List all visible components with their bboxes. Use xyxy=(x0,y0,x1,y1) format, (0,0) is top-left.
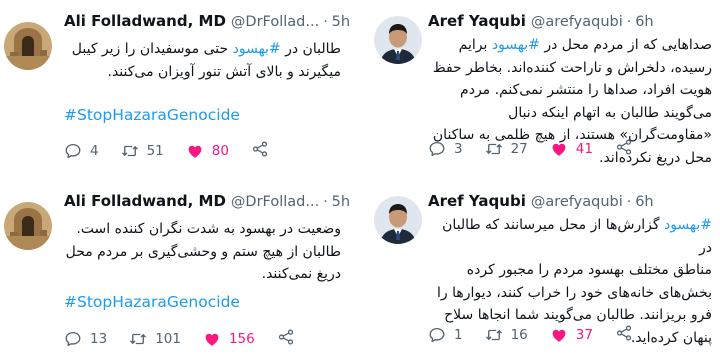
retweet-button[interactable]: 51 xyxy=(121,142,164,160)
like-button[interactable]: 37 xyxy=(550,326,593,344)
author-handle[interactable]: @DrFollad... xyxy=(231,14,319,30)
reply-count: 13 xyxy=(90,331,108,347)
text-segment: طالبان در xyxy=(280,41,341,57)
text-line: دریغ نمی‌کنند. xyxy=(261,266,341,282)
action-bar: 13 101 156 xyxy=(64,328,295,350)
action-bar: 3 27 41 xyxy=(428,138,633,160)
tweet-text: وضعیت در بهسود به شدت نگران کننده است. ط… xyxy=(51,218,341,286)
separator-dot: · xyxy=(323,194,328,210)
like-count: 41 xyxy=(575,141,593,157)
retweet-count: 27 xyxy=(510,141,528,157)
timestamp[interactable]: 6h xyxy=(635,194,653,210)
tweet-header: Aref Yaqubi @arefyaqubi · 6h xyxy=(428,12,654,30)
share-button[interactable] xyxy=(277,328,295,350)
reply-icon xyxy=(64,142,82,160)
text-line: بخش‌های خانه‌های خود را خراب کنند، دیوار… xyxy=(437,284,712,301)
reply-button[interactable]: 3 xyxy=(428,140,463,158)
retweet-icon xyxy=(121,142,139,160)
heart-icon xyxy=(203,330,221,348)
author-name[interactable]: Ali Folladwand, MD xyxy=(64,192,226,210)
reply-icon xyxy=(428,140,446,158)
text-segment: حتی موسفیدان را زیر کیبل xyxy=(71,41,233,57)
separator-dot: · xyxy=(626,194,632,210)
hashtag-link[interactable]: #StopHazaraGenocide xyxy=(64,106,240,124)
tweet-text: طالبان در #بهسود حتی موسفیدان را زیر کیب… xyxy=(51,38,341,83)
share-button[interactable] xyxy=(615,138,633,160)
heart-icon xyxy=(550,140,568,158)
retweet-icon xyxy=(129,330,147,348)
hashtag-link[interactable]: #بهسود xyxy=(492,37,540,53)
retweet-icon xyxy=(485,140,503,158)
action-bar: 4 51 80 xyxy=(64,140,269,162)
hashtag-link[interactable]: #StopHazaraGenocide xyxy=(64,293,240,311)
retweet-count: 16 xyxy=(510,327,528,343)
retweet-button[interactable]: 27 xyxy=(485,140,528,158)
retweet-button[interactable]: 16 xyxy=(485,326,528,344)
retweet-button[interactable]: 101 xyxy=(129,330,181,348)
like-button[interactable]: 41 xyxy=(550,140,593,158)
like-button[interactable]: 156 xyxy=(203,330,255,348)
author-handle[interactable]: @DrFollad... xyxy=(231,194,319,210)
avatar[interactable] xyxy=(374,16,422,64)
tweet-card[interactable]: Ali Folladwand, MD @DrFollad... · 5h طال… xyxy=(0,0,355,175)
timestamp[interactable]: 5h xyxy=(332,194,350,210)
hashtag-link[interactable]: #بهسود xyxy=(233,41,281,57)
retweet-count: 101 xyxy=(155,331,181,347)
text-line: هویت افراد، صداها را منتشر نمی‌کنم. مردم xyxy=(460,82,712,98)
like-count: 37 xyxy=(575,327,593,343)
like-count: 80 xyxy=(211,143,229,159)
heart-icon xyxy=(186,142,204,160)
text-line: می‌گویند طالبان به اتهام اینکه دنبال xyxy=(508,104,712,121)
text-line: وضعیت در بهسود به شدت نگران کننده است. xyxy=(76,221,341,237)
reply-button[interactable]: 4 xyxy=(64,142,99,160)
like-count: 156 xyxy=(228,331,255,347)
hashtag-link[interactable]: #بهسود xyxy=(664,217,712,233)
text-line: طالبان از هیچ ستم و وحشی‌گیری بر مردم مح… xyxy=(65,243,341,260)
reply-count: 1 xyxy=(454,327,463,343)
timestamp[interactable]: 6h xyxy=(635,14,653,30)
author-handle[interactable]: @arefyaqubi xyxy=(531,194,623,210)
text-line: رسیده، دلخراش و ناراحت کننده‌اند. بخاطر … xyxy=(432,59,712,76)
timestamp[interactable]: 5h xyxy=(332,14,350,30)
retweet-count: 51 xyxy=(146,143,164,159)
avatar[interactable] xyxy=(374,196,422,244)
retweet-icon xyxy=(485,326,503,344)
reply-count: 4 xyxy=(90,143,99,159)
author-handle[interactable]: @arefyaqubi xyxy=(531,14,623,30)
share-button[interactable] xyxy=(615,324,633,346)
reply-count: 3 xyxy=(454,141,463,157)
text-line: مناطق مختلف بهسود مردم را مجبور کرده xyxy=(466,262,712,278)
action-bar: 1 16 37 xyxy=(428,324,633,346)
reply-icon xyxy=(64,330,82,348)
separator-dot: · xyxy=(323,14,328,30)
tweet-card[interactable]: Ali Folladwand, MD @DrFollad... · 5h وضع… xyxy=(0,180,355,360)
author-name[interactable]: Aref Yaqubi xyxy=(428,12,526,30)
like-button[interactable]: 80 xyxy=(186,142,229,160)
tweet-header: Ali Folladwand, MD @DrFollad... · 5h xyxy=(64,192,350,210)
heart-icon xyxy=(550,326,568,344)
share-icon xyxy=(615,138,633,156)
reply-button[interactable]: 1 xyxy=(428,326,463,344)
author-name[interactable]: Ali Folladwand, MD xyxy=(64,12,226,30)
text-segment: صداهایی که از مردم محل در xyxy=(539,37,712,53)
text-segment: برایم xyxy=(458,37,492,53)
tweet-header: Ali Folladwand, MD @DrFollad... · 5h xyxy=(64,12,350,30)
author-name[interactable]: Aref Yaqubi xyxy=(428,192,526,210)
separator-dot: · xyxy=(626,14,632,30)
share-button[interactable] xyxy=(251,140,269,162)
share-icon xyxy=(277,328,295,346)
share-icon xyxy=(251,140,269,158)
avatar[interactable] xyxy=(4,22,52,70)
reply-icon xyxy=(428,326,446,344)
share-icon xyxy=(615,324,633,342)
tweet-card[interactable]: Aref Yaqubi @arefyaqubi · 6h #بهسود گزار… xyxy=(366,180,720,360)
text-line: میگیرند و بالای آتش تنور آویزان می‌کنند. xyxy=(107,63,342,80)
reply-button[interactable]: 13 xyxy=(64,330,107,348)
tweet-card[interactable]: Aref Yaqubi @arefyaqubi · 6h صداهایی که … xyxy=(366,0,720,175)
tweet-header: Aref Yaqubi @arefyaqubi · 6h xyxy=(428,192,654,210)
avatar[interactable] xyxy=(4,202,52,250)
